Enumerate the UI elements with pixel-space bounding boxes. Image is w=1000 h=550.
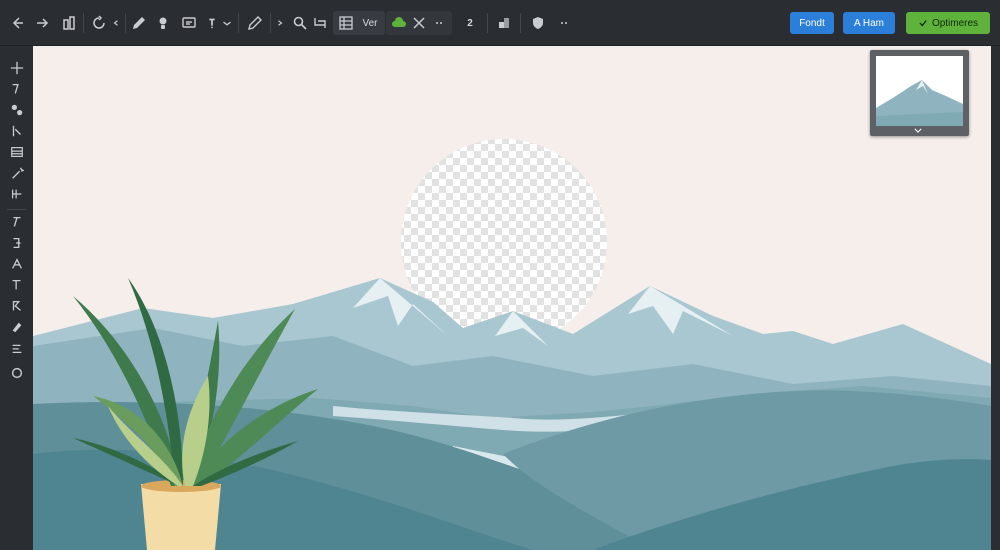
crop-tool-icon[interactable] [8, 101, 25, 118]
plant-pot [141, 484, 221, 550]
transform-icon[interactable] [310, 11, 330, 35]
grid-tool-icon[interactable] [8, 185, 25, 202]
toolbar-divider [7, 209, 26, 210]
more-horizontal-icon[interactable] [430, 11, 448, 35]
optimize-button-label: Optimeres [931, 17, 979, 29]
layers-icon[interactable] [58, 11, 80, 35]
text-button[interactable]: A Ham [843, 12, 895, 34]
text-button-label: A Ham [853, 17, 884, 29]
eyedropper-tool-icon[interactable] [8, 122, 25, 139]
toolbar-divider [487, 13, 488, 33]
forward-icon[interactable] [32, 11, 54, 35]
path-tool-icon[interactable] [8, 297, 25, 314]
view-label[interactable]: Ver [358, 11, 382, 35]
toolbar-divider [520, 13, 521, 33]
lens-tool-icon[interactable] [8, 364, 25, 381]
top-toolbar: Ver 2 Fondt A Ham Optimeres [0, 0, 1000, 46]
text-tool-icon[interactable] [8, 276, 25, 293]
grid-icon[interactable] [336, 11, 356, 35]
lasso-tool-icon[interactable] [8, 80, 25, 97]
close-icon[interactable] [410, 11, 428, 35]
toolbar-divider [83, 13, 84, 33]
stack-icon[interactable] [494, 11, 514, 35]
chevron-left-icon[interactable] [110, 11, 122, 35]
shield-icon[interactable] [528, 11, 548, 35]
pencil-icon[interactable] [244, 11, 266, 35]
bulb-icon[interactable] [154, 11, 172, 35]
right-panel-edge [991, 46, 1000, 550]
optimize-button[interactable]: Optimeres [906, 12, 990, 34]
fonts-button-label: Fondt [799, 17, 825, 29]
navigator-panel[interactable] [870, 50, 969, 136]
landscape-illustration [33, 46, 991, 550]
back-icon[interactable] [6, 11, 28, 35]
clone-tool-icon[interactable] [8, 234, 25, 251]
brush-tool-icon[interactable] [8, 213, 25, 230]
comment-icon[interactable] [178, 11, 200, 35]
move-tool-icon[interactable] [8, 59, 25, 76]
check-icon [919, 20, 927, 27]
navigator-thumbnail [876, 56, 963, 126]
cloud-icon[interactable] [389, 11, 409, 35]
gradient-tool-icon[interactable] [8, 339, 25, 356]
fonts-button[interactable]: Fondt [790, 12, 834, 34]
search-icon[interactable] [290, 11, 310, 35]
image-canvas[interactable] [33, 46, 991, 550]
toolbar-divider [238, 13, 239, 33]
chevron-down-icon[interactable] [914, 126, 922, 135]
healing-tool-icon[interactable] [8, 255, 25, 272]
left-toolbar [0, 46, 33, 550]
toolbar-divider [270, 13, 271, 33]
rotate-icon[interactable] [88, 11, 110, 35]
frame-tool-icon[interactable] [8, 143, 25, 160]
shortcut-label[interactable]: 2 [462, 11, 478, 35]
toolbar-divider [125, 13, 126, 33]
chevron-down-icon[interactable] [555, 11, 573, 35]
magic-wand-icon[interactable] [8, 164, 25, 181]
chevron-down-icon[interactable] [274, 11, 286, 35]
smudge-tool-icon[interactable] [8, 318, 25, 335]
pen-icon[interactable] [130, 11, 148, 35]
more-vertical-icon[interactable] [205, 11, 219, 35]
chevron-down-icon[interactable] [220, 11, 234, 35]
